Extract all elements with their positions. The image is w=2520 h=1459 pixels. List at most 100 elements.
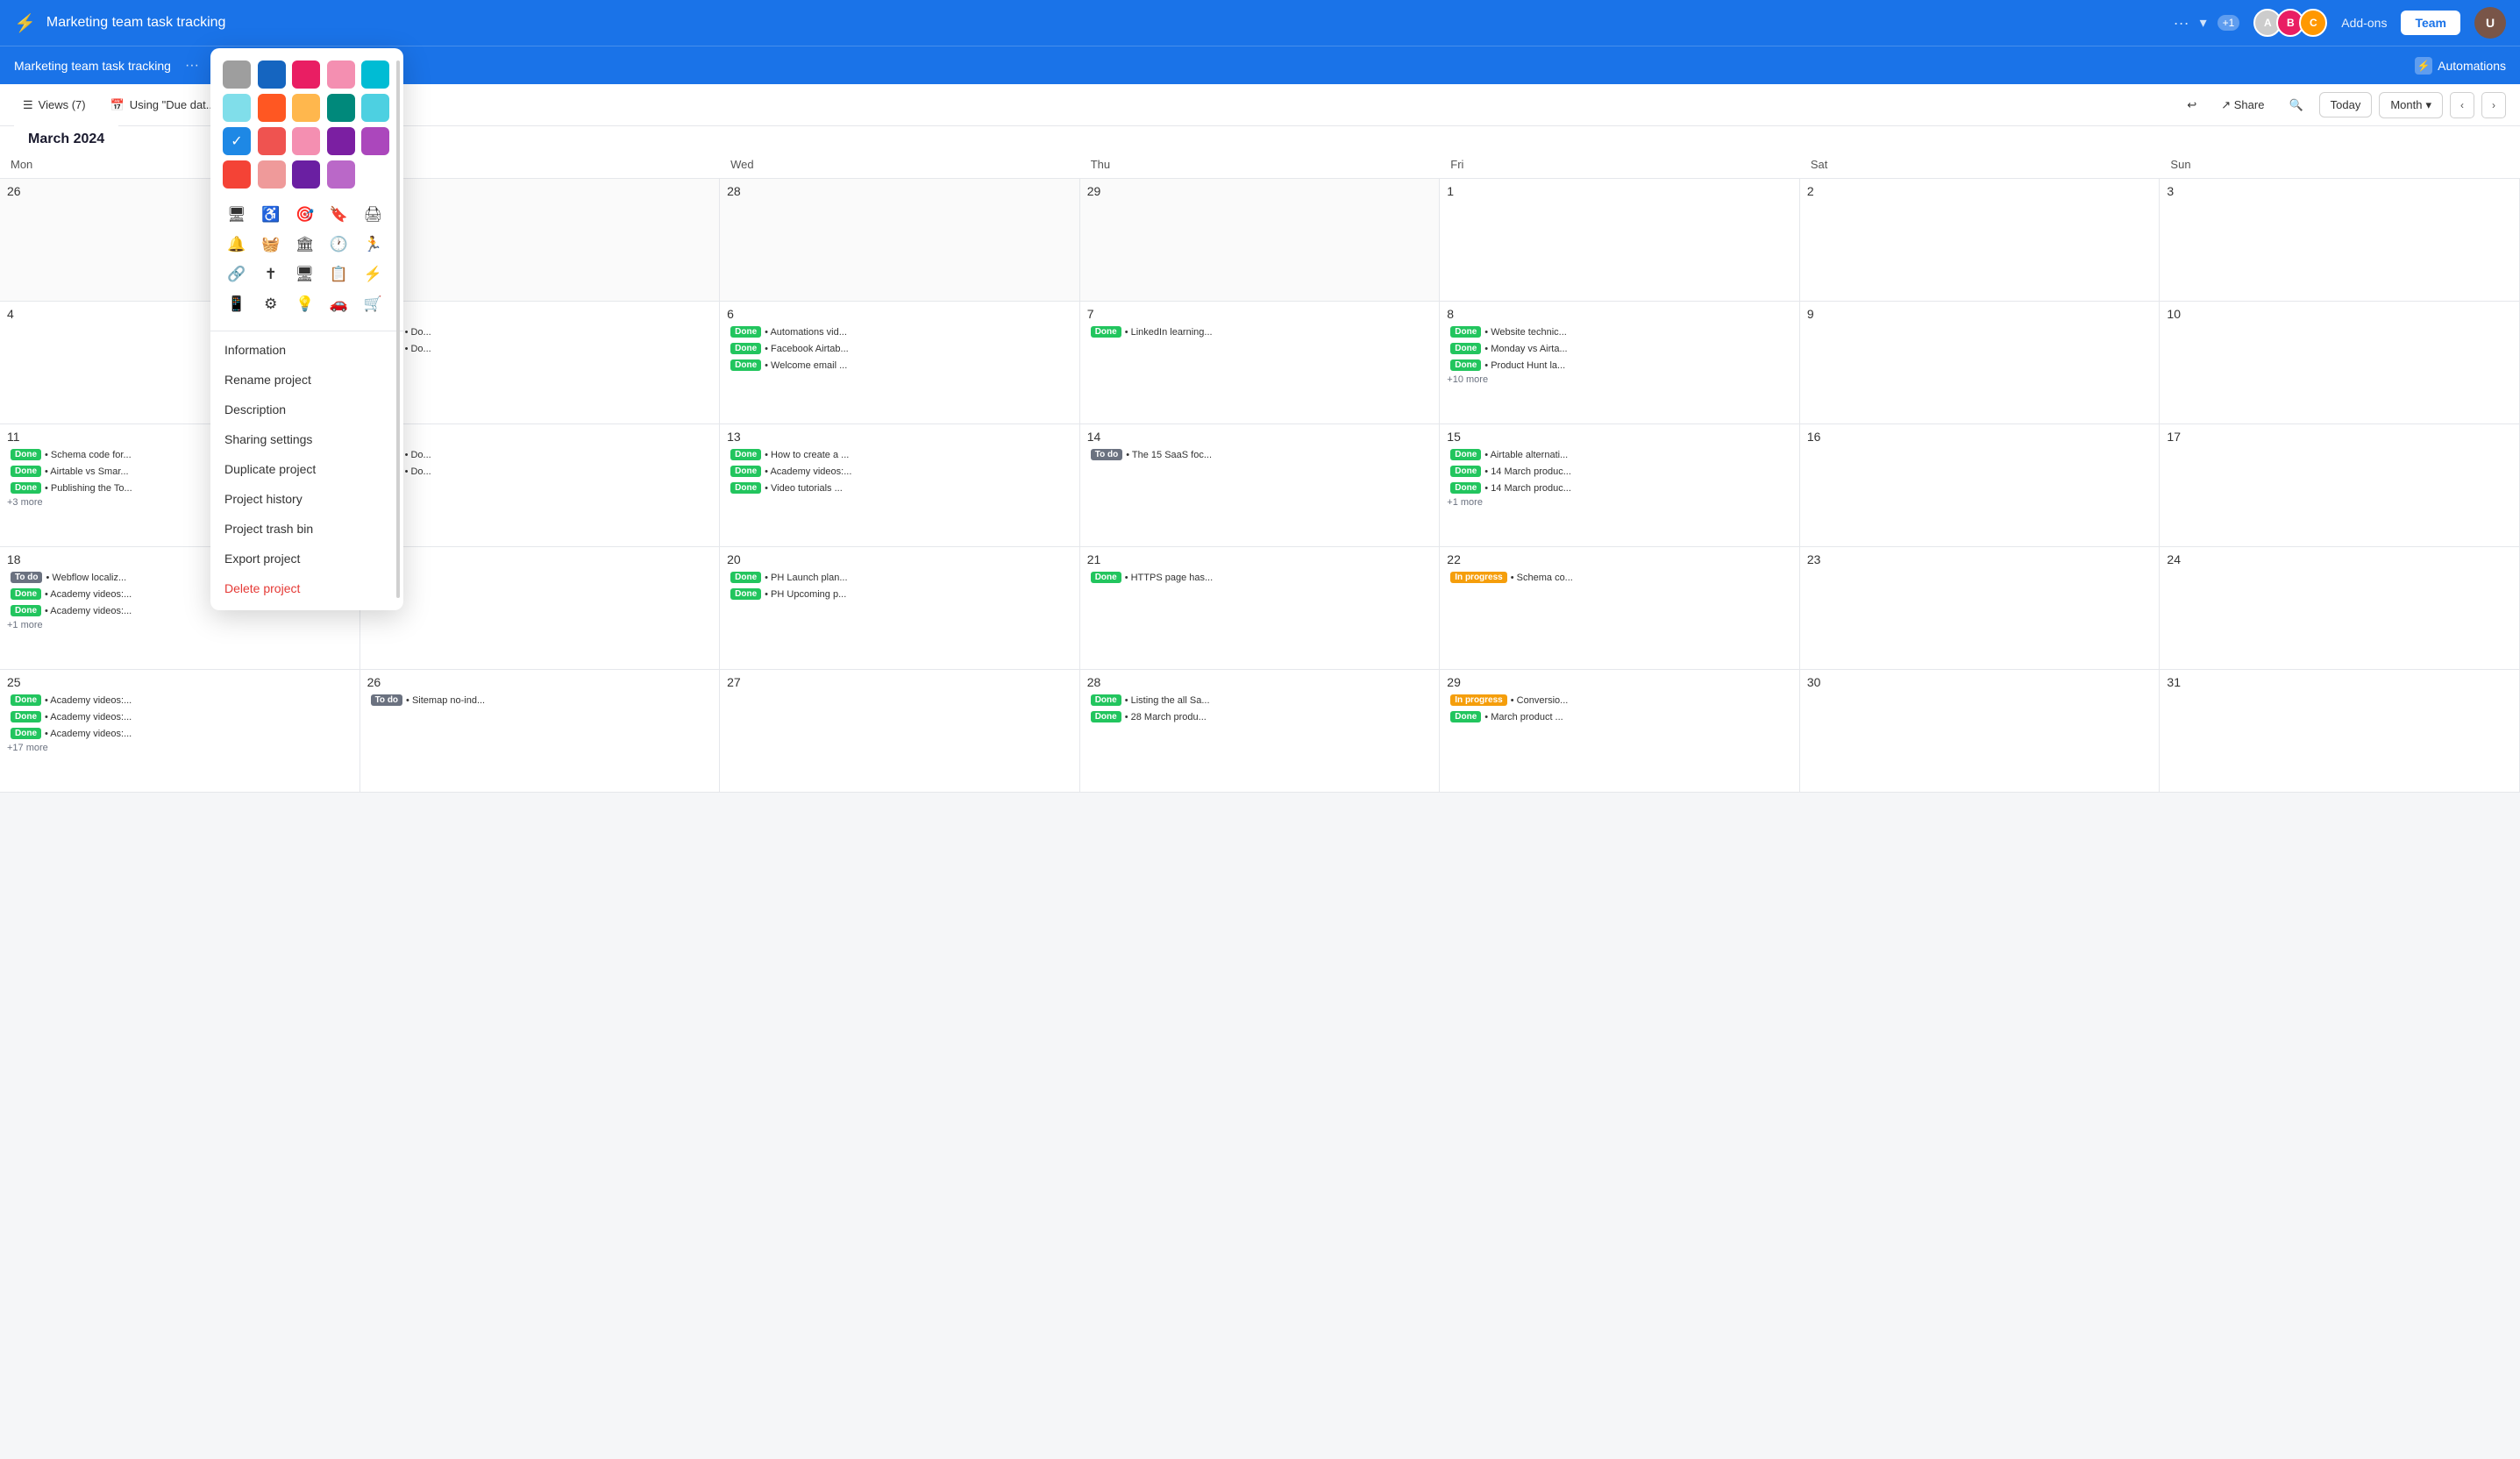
icon-option-17[interactable]: 💡	[291, 290, 319, 318]
icon-option-4[interactable]: 🖨	[359, 201, 387, 229]
color-swatch-0[interactable]	[223, 60, 251, 89]
calendar-cell-w2d6[interactable]: 17	[2160, 424, 2520, 547]
calendar-cell-w1d4[interactable]: 8Done• Website technic...Done• Monday vs…	[1440, 302, 1800, 424]
team-button[interactable]: Team	[2401, 11, 2460, 35]
icon-option-11[interactable]: ✝	[257, 260, 285, 288]
color-swatch-15[interactable]	[223, 160, 251, 189]
calendar-cell-w0d4[interactable]: 1	[1440, 179, 1800, 302]
menu-item-project-history[interactable]: Project history	[210, 484, 403, 514]
task-item[interactable]: Done• Do...	[367, 341, 713, 356]
calendar-cell-w0d2[interactable]: 28	[720, 179, 1080, 302]
icon-option-7[interactable]: 🏛	[291, 231, 319, 259]
calendar-cell-w1d5[interactable]: 9	[1800, 302, 2161, 424]
share-button[interactable]: ↗ Share	[2212, 93, 2273, 117]
calendar-cell-w2d5[interactable]: 16	[1800, 424, 2161, 547]
calendar-cell-w1d6[interactable]: 10	[2160, 302, 2520, 424]
task-item[interactable]: Done• Website technic...	[1447, 324, 1792, 339]
color-swatch-9[interactable]	[361, 94, 389, 122]
menu-item-description[interactable]: Description	[210, 395, 403, 424]
color-swatch-11[interactable]	[258, 127, 286, 155]
color-swatch-6[interactable]	[258, 94, 286, 122]
task-item[interactable]: Done• Academy videos:...	[727, 464, 1072, 479]
task-item[interactable]: Done• Academy videos:...	[7, 709, 352, 724]
task-item[interactable]: Done• Do...	[367, 447, 713, 462]
calendar-cell-w1d1[interactable]: 5Done• Do...Done• Do...	[360, 302, 721, 424]
menu-item-delete-project[interactable]: Delete project	[210, 573, 403, 603]
automations-button[interactable]: ⚡ Automations	[2415, 57, 2506, 75]
title-menu-dots[interactable]: ···	[2174, 14, 2189, 32]
icon-option-18[interactable]: 🚗	[324, 290, 352, 318]
calendar-cell-w4d3[interactable]: 28Done• Listing the all Sa...Done• 28 Ma…	[1080, 670, 1441, 793]
icon-option-13[interactable]: 📋	[324, 260, 352, 288]
undo-button[interactable]: ↩	[2178, 93, 2205, 117]
icon-option-6[interactable]: 🧺	[257, 231, 285, 259]
prev-month-button[interactable]: ‹	[2450, 92, 2474, 118]
task-item[interactable]: Done• PH Launch plan...	[727, 570, 1072, 585]
icon-option-12[interactable]: 🖥	[291, 260, 319, 288]
calendar-cell-w3d1[interactable]: 19	[360, 547, 721, 670]
addons-link[interactable]: Add-ons	[2341, 16, 2387, 30]
task-item[interactable]: Done• 14 March produc...	[1447, 480, 1792, 495]
icon-option-10[interactable]: 🔗	[223, 260, 251, 288]
task-item[interactable]: Done• LinkedIn learning...	[1087, 324, 1433, 339]
menu-item-duplicate-project[interactable]: Duplicate project	[210, 454, 403, 484]
color-swatch-7[interactable]	[292, 94, 320, 122]
color-swatch-5[interactable]	[223, 94, 251, 122]
menu-item-rename-project[interactable]: Rename project	[210, 365, 403, 395]
more-tasks-link[interactable]: +1 more	[1447, 497, 1792, 508]
task-item[interactable]: Done• 28 March produ...	[1087, 709, 1433, 724]
task-item[interactable]: Done• Welcome email ...	[727, 358, 1072, 373]
calendar-cell-w2d3[interactable]: 14To do• The 15 SaaS foc...	[1080, 424, 1441, 547]
title-chevron-icon[interactable]: ▾	[2200, 14, 2207, 32]
views-button[interactable]: ☰ Views (7)	[14, 93, 95, 117]
next-month-button[interactable]: ›	[2481, 92, 2506, 118]
task-item[interactable]: Done• HTTPS page has...	[1087, 570, 1433, 585]
task-item[interactable]: To do• Sitemap no-ind...	[367, 693, 713, 708]
icon-option-8[interactable]: 🕐	[324, 231, 352, 259]
icon-option-1[interactable]: ♿	[257, 201, 285, 229]
menu-item-export-project[interactable]: Export project	[210, 544, 403, 573]
calendar-cell-w2d4[interactable]: 15Done• Airtable alternati...Done• 14 Ma…	[1440, 424, 1800, 547]
icon-option-15[interactable]: 📱	[223, 290, 251, 318]
calendar-cell-w3d5[interactable]: 23	[1800, 547, 2161, 670]
calendar-cell-w3d6[interactable]: 24	[2160, 547, 2520, 670]
more-tasks-link[interactable]: +1 more	[7, 620, 352, 630]
icon-option-5[interactable]: 🔔	[223, 231, 251, 259]
calendar-cell-w0d5[interactable]: 2	[1800, 179, 2161, 302]
color-swatch-10[interactable]: ✓	[223, 127, 251, 155]
color-swatch-8[interactable]	[327, 94, 355, 122]
task-item[interactable]: Done• Airtable alternati...	[1447, 447, 1792, 462]
calendar-cell-w4d4[interactable]: 29In progress• Conversio...Done• March p…	[1440, 670, 1800, 793]
calendar-cell-w1d2[interactable]: 6Done• Automations vid...Done• Facebook …	[720, 302, 1080, 424]
task-item[interactable]: Done• Product Hunt la...	[1447, 358, 1792, 373]
task-item[interactable]: To do• The 15 SaaS foc...	[1087, 447, 1433, 462]
color-swatch-16[interactable]	[258, 160, 286, 189]
color-swatch-1[interactable]	[258, 60, 286, 89]
task-item[interactable]: Done• March product ...	[1447, 709, 1792, 724]
task-item[interactable]: Done• Do...	[367, 324, 713, 339]
calendar-cell-w4d1[interactable]: 26To do• Sitemap no-ind...	[360, 670, 721, 793]
color-swatch-3[interactable]	[327, 60, 355, 89]
calendar-cell-w2d1[interactable]: 12Done• Do...Done• Do...	[360, 424, 721, 547]
icon-option-0[interactable]: 🖥	[223, 201, 251, 229]
today-button[interactable]: Today	[2319, 92, 2373, 117]
calendar-cell-w3d2[interactable]: 20Done• PH Launch plan...Done• PH Upcomi…	[720, 547, 1080, 670]
icon-option-9[interactable]: 🏃	[359, 231, 387, 259]
task-item[interactable]: Done• Academy videos:...	[7, 726, 352, 741]
task-item[interactable]: Done• Do...	[367, 464, 713, 479]
color-swatch-18[interactable]	[327, 160, 355, 189]
task-item[interactable]: Done• Facebook Airtab...	[727, 341, 1072, 356]
icon-option-16[interactable]: ⚙	[257, 290, 285, 318]
calendar-cell-w3d3[interactable]: 21Done• HTTPS page has...	[1080, 547, 1441, 670]
calendar-cell-w4d2[interactable]: 27	[720, 670, 1080, 793]
calendar-cell-w2d2[interactable]: 13Done• How to create a ...Done• Academy…	[720, 424, 1080, 547]
search-button[interactable]: 🔍	[2280, 93, 2311, 117]
icon-option-14[interactable]: ⚡	[359, 260, 387, 288]
color-swatch-12[interactable]	[292, 127, 320, 155]
icon-option-3[interactable]: 🔖	[324, 201, 352, 229]
color-swatch-13[interactable]	[327, 127, 355, 155]
task-item[interactable]: Done• Monday vs Airta...	[1447, 341, 1792, 356]
calendar-cell-w4d5[interactable]: 30	[1800, 670, 2161, 793]
icon-option-19[interactable]: 🛒	[359, 290, 387, 318]
task-item[interactable]: Done• How to create a ...	[727, 447, 1072, 462]
